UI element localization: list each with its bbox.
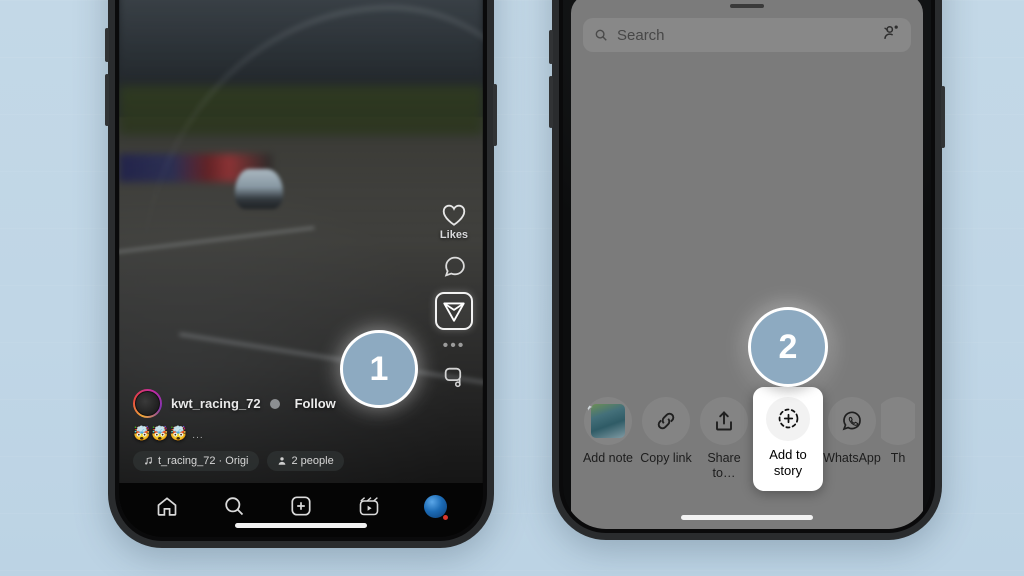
reel-pill-row: t_racing_72 · Origi 2 people: [133, 451, 419, 471]
audio-button[interactable]: [442, 364, 467, 389]
reel-action-rail: Likes •••: [435, 203, 473, 389]
link-icon: [642, 396, 690, 445]
note-thumbnail-icon: ✦: [584, 396, 632, 445]
whatsapp-icon: [828, 396, 876, 445]
music-note-icon: [145, 457, 152, 465]
avatar[interactable]: [133, 389, 162, 418]
music-pill-label: t_racing_72 · Origi: [158, 455, 249, 467]
home-icon: [157, 497, 177, 516]
threads-icon: [881, 396, 915, 445]
home-indicator: [681, 515, 813, 520]
person-icon: [278, 457, 285, 465]
power-button[interactable]: [941, 86, 945, 148]
audio-remix-icon: [442, 364, 467, 389]
search-icon: [595, 29, 607, 41]
follow-button[interactable]: Follow: [295, 396, 336, 411]
share-arrow-icon: [700, 396, 748, 445]
share-button[interactable]: [435, 292, 473, 331]
reel-caption[interactable]: 🤯🤯🤯...: [133, 425, 419, 442]
volume-up-button[interactable]: [549, 30, 553, 64]
power-button[interactable]: [493, 84, 497, 146]
people-pill[interactable]: 2 people: [266, 451, 344, 471]
phone-right-bezel: Search ✦ Add note Copy link Share to… Ad…: [559, 0, 935, 533]
share-item-label: Add note: [582, 450, 634, 465]
phone-left: Likes ••• kwt_racing_72 Follow 🤯🤯🤯 ... t…: [105, 0, 497, 548]
more-options-button[interactable]: •••: [443, 338, 466, 354]
share-item-add-note[interactable]: ✦ Add note: [579, 396, 637, 467]
search-input[interactable]: Search: [583, 18, 911, 52]
music-pill[interactable]: t_racing_72 · Origi: [133, 451, 259, 471]
reel-caption-more[interactable]: ...: [192, 430, 203, 441]
share-item-label: Add to story: [769, 446, 807, 478]
sparkle-icon: ✦: [584, 401, 594, 414]
share-item-label: WhatsApp: [823, 450, 881, 465]
reel-username[interactable]: kwt_racing_72: [171, 396, 261, 411]
reel-caption-text: 🤯🤯🤯: [133, 425, 189, 441]
like-label: Likes: [439, 229, 469, 242]
avatar-icon: [424, 494, 448, 518]
tab-search[interactable]: [222, 494, 246, 518]
phone-right: Search ✦ Add note Copy link Share to… Ad…: [549, 0, 945, 540]
people-pill-label: 2 people: [291, 455, 334, 467]
share-item-label: Copy link: [640, 450, 692, 465]
share-item-label: Share to…: [707, 450, 741, 481]
plus-square-icon: [291, 496, 312, 516]
share-item-add-to-story[interactable]: Add to story: [753, 386, 823, 491]
search-icon: [225, 497, 244, 516]
comment-button[interactable]: [442, 254, 467, 279]
heart-icon: [441, 203, 467, 227]
phone-right-screen: Search ✦ Add note Copy link Share to… Ad…: [563, 0, 931, 529]
share-item-label: Th: [890, 450, 906, 465]
reels-icon: [359, 497, 379, 516]
search-placeholder: Search: [617, 26, 665, 44]
avatar-image: [135, 391, 160, 416]
note-thumb-image: ✦: [584, 402, 625, 438]
tab-profile[interactable]: [424, 494, 449, 520]
volume-down-button[interactable]: [105, 74, 109, 126]
tab-reels[interactable]: [357, 494, 381, 518]
tab-create[interactable]: [289, 494, 313, 518]
paper-plane-icon: [441, 298, 467, 324]
tab-home[interactable]: [155, 494, 179, 518]
share-item-copy-link[interactable]: Copy link: [637, 396, 695, 467]
share-item-threads[interactable]: Th: [881, 396, 915, 467]
add-person-icon[interactable]: [881, 23, 900, 47]
home-indicator: [235, 523, 367, 528]
share-target-row: ✦ Add note Copy link Share to… Add to st…: [571, 386, 923, 491]
bottom-tab-bar: [119, 483, 483, 537]
verified-badge-icon: [269, 398, 280, 409]
phone-left-screen: Likes ••• kwt_racing_72 Follow 🤯🤯🤯 ... t…: [119, 0, 483, 537]
notification-dot: [443, 514, 449, 520]
step-badge-1: 1: [340, 330, 418, 408]
share-item-whatsapp[interactable]: WhatsApp: [823, 396, 881, 467]
comment-icon: [442, 254, 467, 279]
add-to-story-icon: [766, 396, 810, 441]
phone-left-bezel: Likes ••• kwt_racing_72 Follow 🤯🤯🤯 ... t…: [115, 0, 487, 541]
volume-up-button[interactable]: [105, 28, 109, 62]
step-badge-2: 2: [748, 307, 828, 387]
share-item-share-to[interactable]: Share to…: [695, 396, 753, 482]
share-sheet: Search ✦ Add note Copy link Share to… Ad…: [571, 0, 923, 529]
like-button[interactable]: Likes: [440, 203, 468, 241]
volume-down-button[interactable]: [549, 76, 553, 128]
sheet-grabber-handle[interactable]: [730, 4, 764, 8]
